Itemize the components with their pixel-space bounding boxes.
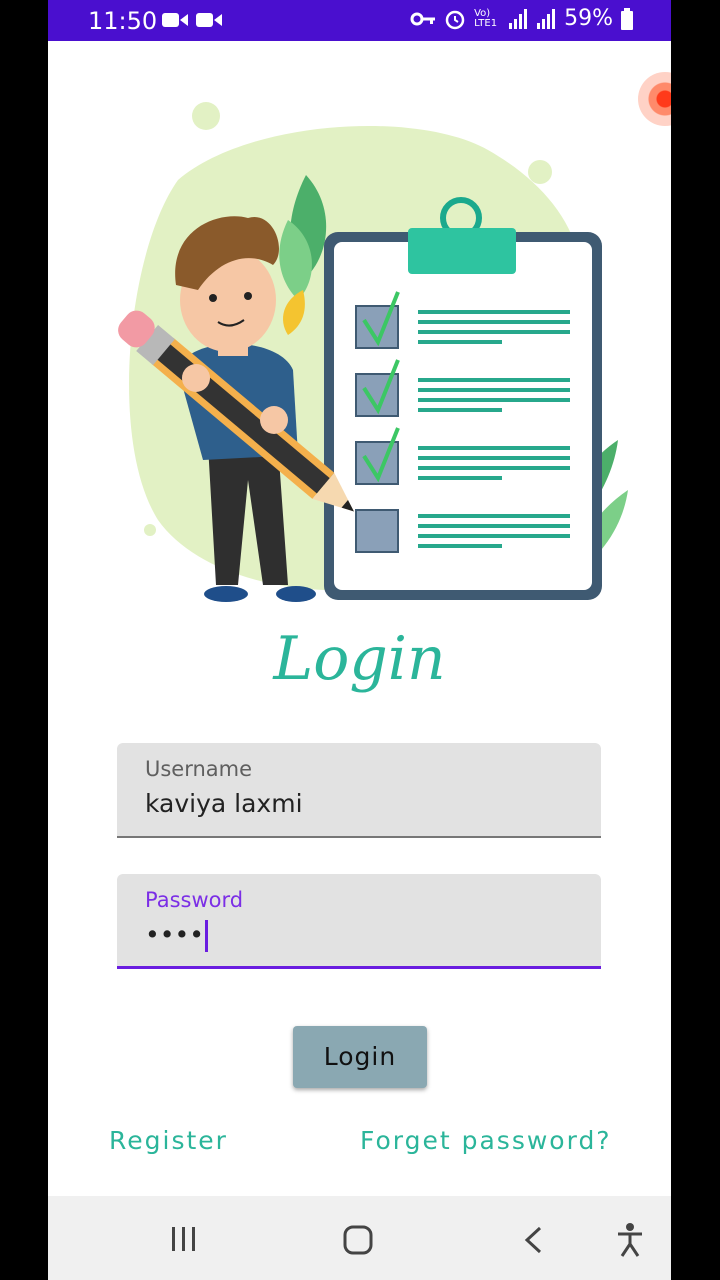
username-input[interactable]: kaviya laxmi — [145, 789, 303, 818]
back-icon[interactable] — [522, 1225, 544, 1255]
recent-apps-icon[interactable] — [170, 1226, 198, 1252]
phone-screen: 11:50 Vo) LTE1 59% Login Username kaviya… — [48, 0, 671, 1280]
battery-icon — [621, 7, 633, 30]
page-title: Login — [273, 624, 446, 694]
text-cursor — [204, 920, 208, 952]
forgot-password-link[interactable]: Forget password? — [360, 1126, 612, 1155]
password-value: •••• — [145, 920, 204, 949]
home-icon[interactable] — [343, 1225, 373, 1255]
password-field[interactable]: Password •••• — [117, 874, 601, 969]
battery-percent: 59% — [564, 6, 613, 31]
signal-icon — [509, 8, 528, 29]
status-left-icons — [162, 11, 222, 29]
register-link[interactable]: Register — [109, 1126, 228, 1155]
checklist-illustration — [118, 102, 628, 602]
username-label: Username — [145, 757, 253, 781]
password-input[interactable]: •••• — [145, 920, 208, 952]
status-time: 11:50 — [88, 7, 158, 35]
video-camera-icon — [162, 13, 188, 27]
network-type-label: Vo) LTE1 — [474, 7, 498, 29]
password-label: Password — [145, 888, 244, 912]
accessibility-icon[interactable] — [616, 1222, 644, 1258]
signal-icon — [537, 8, 556, 29]
video-camera-icon — [196, 13, 222, 27]
login-button[interactable]: Login — [293, 1026, 427, 1088]
vpn-key-icon — [410, 12, 436, 25]
system-nav-bar — [48, 1196, 671, 1280]
status-right-icons: Vo) LTE1 59% — [410, 6, 633, 31]
alarm-icon — [445, 10, 465, 29]
status-bar: 11:50 Vo) LTE1 59% — [48, 0, 671, 41]
username-field[interactable]: Username kaviya laxmi — [117, 743, 601, 838]
